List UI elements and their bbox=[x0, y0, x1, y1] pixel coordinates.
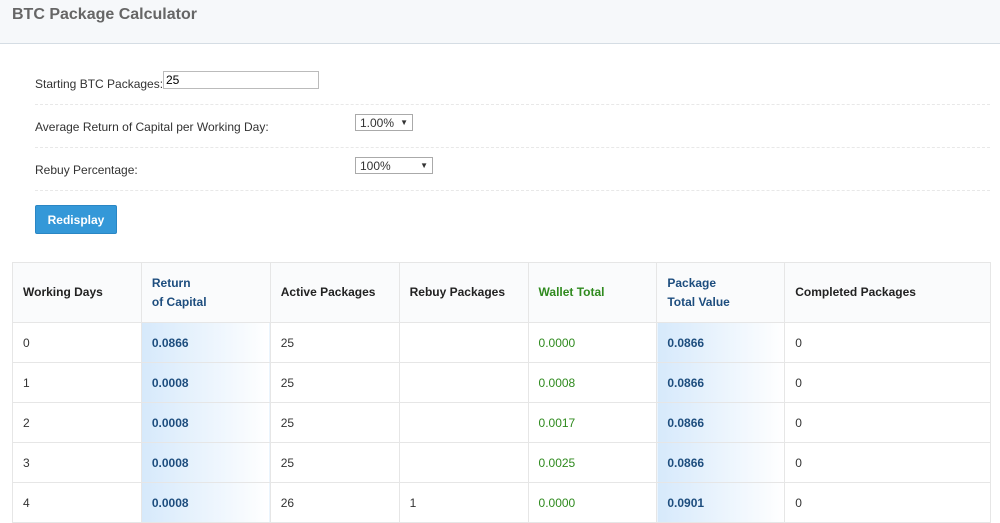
table-row: 3 0.0008 25 0.0025 0.0866 0 bbox=[12, 442, 991, 483]
cell-return-of-capital: 0.0866 bbox=[140, 322, 271, 363]
cell-working-days: 1 bbox=[12, 362, 142, 403]
cell-wallet-total: 0.0000 bbox=[527, 482, 658, 523]
cell-package-total-value: 0.0866 bbox=[656, 402, 786, 443]
return-label: Average Return of Capital per Working Da… bbox=[35, 120, 269, 134]
cell-rebuy-packages bbox=[398, 322, 529, 363]
header-active-packages: Active Packages bbox=[269, 262, 400, 323]
page-header: BTC Package Calculator bbox=[0, 0, 1000, 44]
cell-working-days: 4 bbox=[12, 482, 142, 523]
header-completed-packages: Completed Packages bbox=[784, 262, 991, 323]
header-text: Return bbox=[151, 275, 191, 290]
starting-packages-label: Starting BTC Packages: bbox=[35, 77, 164, 91]
dropdown-arrow-icon: ▼ bbox=[420, 161, 428, 170]
rebuy-row: Rebuy Percentage: 100% ▼ bbox=[35, 148, 990, 191]
cell-package-total-value: 0.0866 bbox=[656, 362, 786, 403]
cell-return-of-capital: 0.0008 bbox=[140, 482, 271, 523]
rebuy-label: Rebuy Percentage: bbox=[35, 163, 138, 177]
cell-wallet-total: 0.0008 bbox=[527, 362, 658, 403]
cell-completed-packages: 0 bbox=[784, 482, 991, 523]
header-text: Package bbox=[667, 275, 717, 290]
cell-package-total-value: 0.0901 bbox=[656, 482, 786, 523]
header-rebuy-packages: Rebuy Packages bbox=[398, 262, 529, 323]
table-row: 4 0.0008 26 1 0.0000 0.0901 0 bbox=[12, 482, 991, 523]
cell-active-packages: 25 bbox=[269, 402, 400, 443]
cell-rebuy-packages bbox=[398, 402, 529, 443]
header-text: Wallet Total bbox=[538, 285, 605, 299]
header-text: Rebuy Packages bbox=[409, 285, 506, 299]
table-row: 1 0.0008 25 0.0008 0.0866 0 bbox=[12, 362, 991, 403]
redisplay-button[interactable]: Redisplay bbox=[35, 205, 117, 234]
header-text: Active Packages bbox=[280, 285, 376, 299]
table-row: 0 0.0866 25 0.0000 0.0866 0 bbox=[12, 322, 991, 363]
header-package-total-value: Package Total Value bbox=[656, 262, 786, 323]
cell-completed-packages: 0 bbox=[784, 442, 991, 483]
cell-active-packages: 25 bbox=[269, 442, 400, 483]
cell-active-packages: 25 bbox=[269, 362, 400, 403]
cell-rebuy-packages bbox=[398, 442, 529, 483]
starting-packages-row: Starting BTC Packages: bbox=[35, 62, 990, 105]
cell-return-of-capital: 0.0008 bbox=[140, 402, 271, 443]
cell-return-of-capital: 0.0008 bbox=[140, 362, 271, 403]
cell-working-days: 0 bbox=[12, 322, 142, 363]
cell-completed-packages: 0 bbox=[784, 322, 991, 363]
cell-completed-packages: 0 bbox=[784, 402, 991, 443]
cell-wallet-total: 0.0025 bbox=[527, 442, 658, 483]
cell-active-packages: 25 bbox=[269, 322, 400, 363]
table-row: 2 0.0008 25 0.0017 0.0866 0 bbox=[12, 402, 991, 443]
header-text: Working Days bbox=[23, 285, 103, 299]
cell-package-total-value: 0.0866 bbox=[656, 322, 786, 363]
cell-active-packages: 26 bbox=[269, 482, 400, 523]
table-header-row: Working Days Return of Capital Active Packa… bbox=[12, 262, 991, 323]
return-value: 1.00% bbox=[360, 115, 395, 130]
results-table: Working Days Return of Capital Active Packa… bbox=[12, 262, 991, 523]
header-text: Total Value bbox=[667, 294, 730, 309]
dropdown-arrow-icon: ▼ bbox=[400, 118, 408, 127]
header-return-of-capital: Return of Capital bbox=[140, 262, 271, 323]
page-title: BTC Package Calculator bbox=[12, 6, 197, 23]
cell-return-of-capital: 0.0008 bbox=[140, 442, 271, 483]
return-select[interactable]: 1.00% ▼ bbox=[355, 114, 413, 131]
header-text: of Capital bbox=[151, 294, 207, 309]
cell-working-days: 3 bbox=[12, 442, 142, 483]
header-text: Completed Packages bbox=[795, 285, 916, 299]
cell-package-total-value: 0.0866 bbox=[656, 442, 786, 483]
header-wallet-total: Wallet Total bbox=[527, 262, 658, 323]
cell-rebuy-packages bbox=[398, 362, 529, 403]
return-row: Average Return of Capital per Working Da… bbox=[35, 105, 990, 148]
rebuy-select[interactable]: 100% ▼ bbox=[355, 157, 433, 174]
cell-rebuy-packages: 1 bbox=[398, 482, 529, 523]
header-working-days: Working Days bbox=[12, 262, 142, 323]
cell-wallet-total: 0.0000 bbox=[527, 322, 658, 363]
cell-wallet-total: 0.0017 bbox=[527, 402, 658, 443]
cell-working-days: 2 bbox=[12, 402, 142, 443]
starting-packages-input[interactable] bbox=[163, 71, 319, 89]
rebuy-value: 100% bbox=[360, 158, 391, 173]
cell-completed-packages: 0 bbox=[784, 362, 991, 403]
